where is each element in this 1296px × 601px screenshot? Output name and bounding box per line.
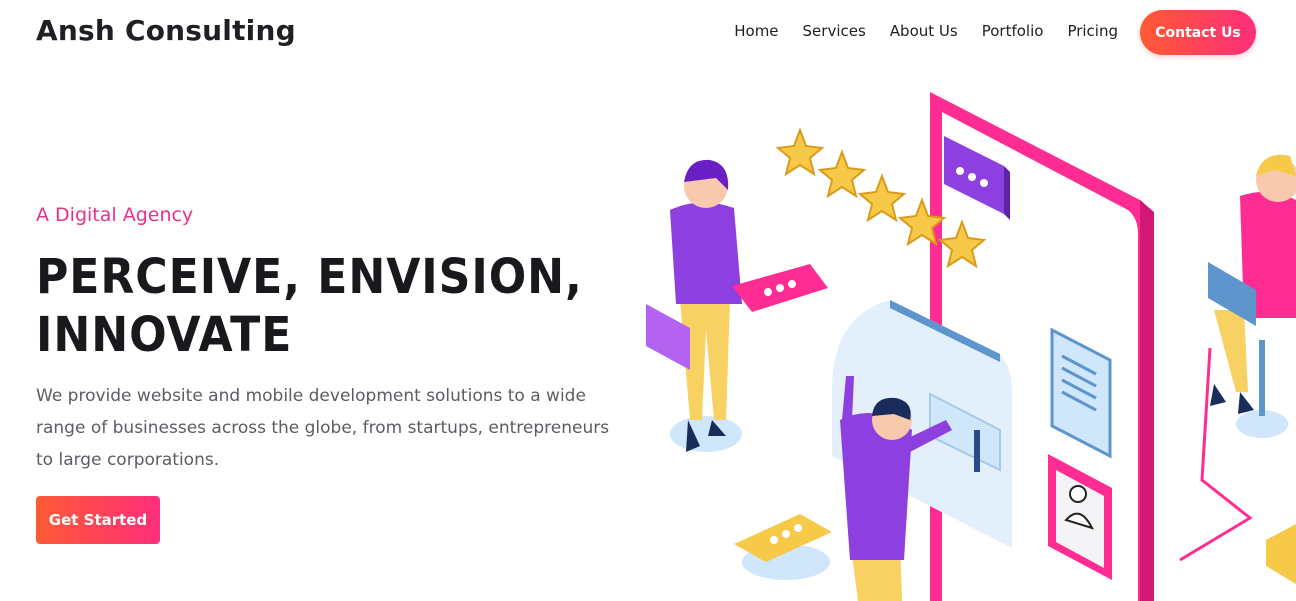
get-started-button[interactable]: Get Started <box>36 496 160 544</box>
nav-link-services[interactable]: Services <box>803 22 866 40</box>
nav-link-portfolio[interactable]: Portfolio <box>982 22 1044 40</box>
nav-link-home[interactable]: Home <box>734 22 778 40</box>
headline-line-1: PERCEIVE, ENVISION, <box>36 249 583 305</box>
hero-eyebrow: A Digital Agency <box>36 204 194 226</box>
woman-with-tablet-illustration <box>646 159 828 452</box>
nav-link-about-us[interactable]: About Us <box>890 22 958 40</box>
main-nav: Home Services About Us Portfolio Pricing <box>710 22 1118 40</box>
yellow-chat-bubble-icon <box>734 514 832 580</box>
brand-logo[interactable]: Ansh Consulting <box>36 14 296 47</box>
hero-illustration <box>646 92 1296 601</box>
contact-us-button[interactable]: Contact Us <box>1140 10 1256 55</box>
person-with-laptop-illustration <box>1179 154 1296 584</box>
hero-description: We provide website and mobile developmen… <box>36 386 610 470</box>
nav-link-pricing[interactable]: Pricing <box>1067 22 1118 40</box>
top-navbar: Ansh Consulting Home Services About Us P… <box>0 0 1296 66</box>
hero-headline: PERCEIVE, ENVISION, INNOVATE <box>36 248 588 364</box>
headline-line-2: INNOVATE <box>36 307 293 363</box>
